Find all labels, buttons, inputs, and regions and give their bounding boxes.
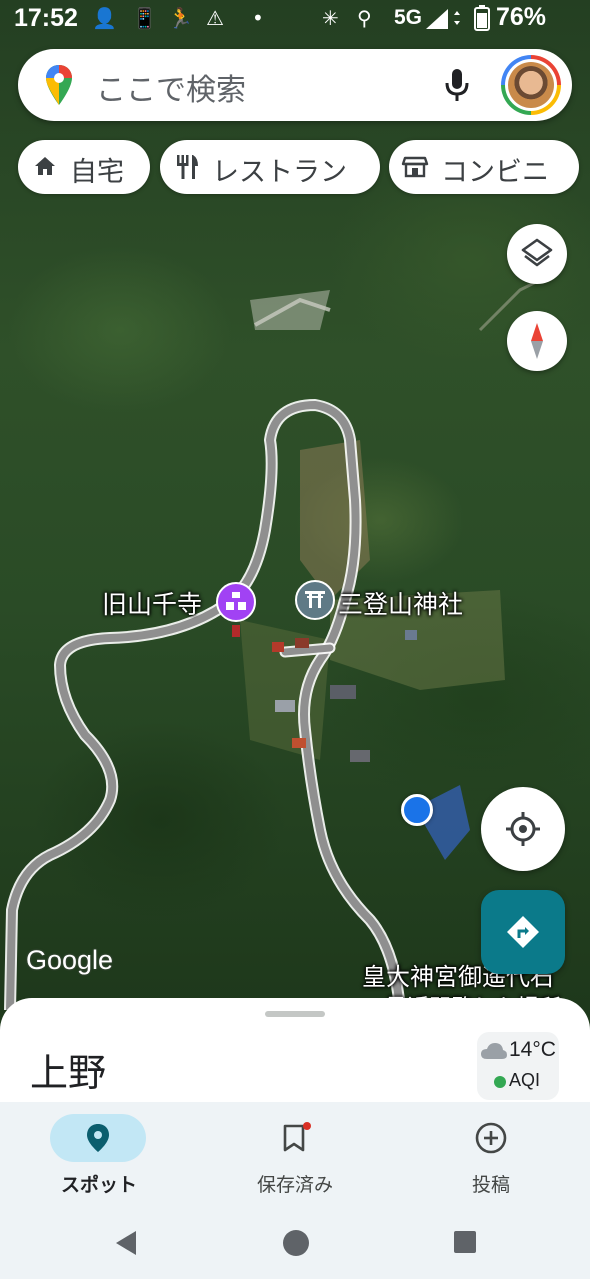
aqi-label: AQI [509, 1070, 541, 1090]
chip-convenience[interactable]: コンビニ [389, 140, 579, 194]
signal-icon [426, 9, 460, 29]
bottom-sheet[interactable]: 上野 14°C AQI [0, 998, 590, 1108]
temple-label[interactable]: 旧山千寺 [102, 585, 202, 621]
mic-icon[interactable] [443, 67, 471, 103]
home-icon [35, 157, 55, 175]
temple-marker[interactable] [216, 582, 256, 622]
tab-saved-pill [246, 1114, 342, 1162]
tab-saved[interactable]: 保存済み [220, 1114, 370, 1196]
warning-icon: ⚠ [206, 6, 224, 30]
home-button-icon[interactable] [282, 1228, 312, 1258]
location-icon: ⚲ [357, 6, 372, 30]
status-time: 17:52 [14, 4, 78, 32]
bluetooth-icon: ✳ [322, 6, 339, 30]
dot-icon: • [252, 6, 264, 30]
chip-restaurant-label: レストラン [212, 157, 347, 188]
avatar[interactable] [501, 55, 561, 115]
tab-explore-active-pill [50, 1114, 146, 1162]
add-circle-icon [475, 1122, 507, 1154]
tab-explore-label: スポット [60, 1174, 137, 1196]
compass-button[interactable] [507, 311, 567, 371]
search-input[interactable]: ここで検索 [96, 65, 246, 109]
place-name: 上野 [30, 1051, 107, 1095]
google-attribution: Google [26, 945, 114, 975]
chip-home[interactable]: 自宅 [18, 140, 150, 194]
layers-button[interactable] [507, 224, 567, 284]
recents-icon[interactable] [452, 1229, 480, 1257]
temple-icon [226, 592, 246, 610]
torii-icon [305, 591, 325, 608]
tab-contribute[interactable]: 投稿 [416, 1114, 566, 1196]
phone-vibrate-icon: 📱 [132, 6, 157, 30]
tab-explore[interactable]: スポット [24, 1114, 174, 1196]
network-type: 5G [394, 6, 423, 29]
maps-logo-icon [46, 65, 72, 105]
add-person-icon: 👤 [92, 6, 117, 30]
search-bar[interactable]: ここで検索 [18, 49, 572, 121]
chip-convenience-label: コンビニ [441, 157, 549, 188]
store-icon [401, 156, 429, 178]
directions-icon [507, 916, 539, 948]
tab-saved-label: 保存済み [256, 1174, 333, 1196]
restaurant-icon [177, 155, 198, 179]
chip-restaurant[interactable]: レストラン [160, 140, 380, 194]
pin-icon [87, 1124, 109, 1152]
back-icon[interactable] [112, 1228, 142, 1258]
running-icon: 🏃 [168, 6, 193, 30]
weather-card[interactable]: 14°C AQI [477, 1032, 559, 1100]
status-bar: 17:52 👤 📱 🏃 ⚠ • ✳ ⚲ 5G 76% [0, 0, 590, 38]
directions-button[interactable] [481, 890, 565, 974]
bookmark-icon [283, 1122, 311, 1152]
crosshair-icon [506, 812, 540, 846]
battery-percent: 76% [496, 3, 547, 31]
cloud-icon [481, 1043, 507, 1059]
tab-contribute-pill [442, 1114, 538, 1162]
chip-home-label: 自宅 [70, 157, 124, 188]
layers-icon [521, 238, 553, 267]
tab-contribute-label: 投稿 [471, 1174, 510, 1196]
my-location-dot [401, 794, 433, 826]
my-location-button[interactable] [481, 787, 565, 871]
weather-temp: 14°C [509, 1038, 556, 1061]
shrine-label[interactable]: 三登山神社 [338, 585, 463, 621]
aqi-status-dot [494, 1076, 506, 1088]
sheet-drag-handle[interactable] [265, 1011, 325, 1017]
battery-icon [474, 5, 490, 31]
shrine-marker[interactable] [295, 580, 335, 620]
compass-icon [531, 323, 543, 359]
system-nav-bar [0, 1212, 590, 1272]
